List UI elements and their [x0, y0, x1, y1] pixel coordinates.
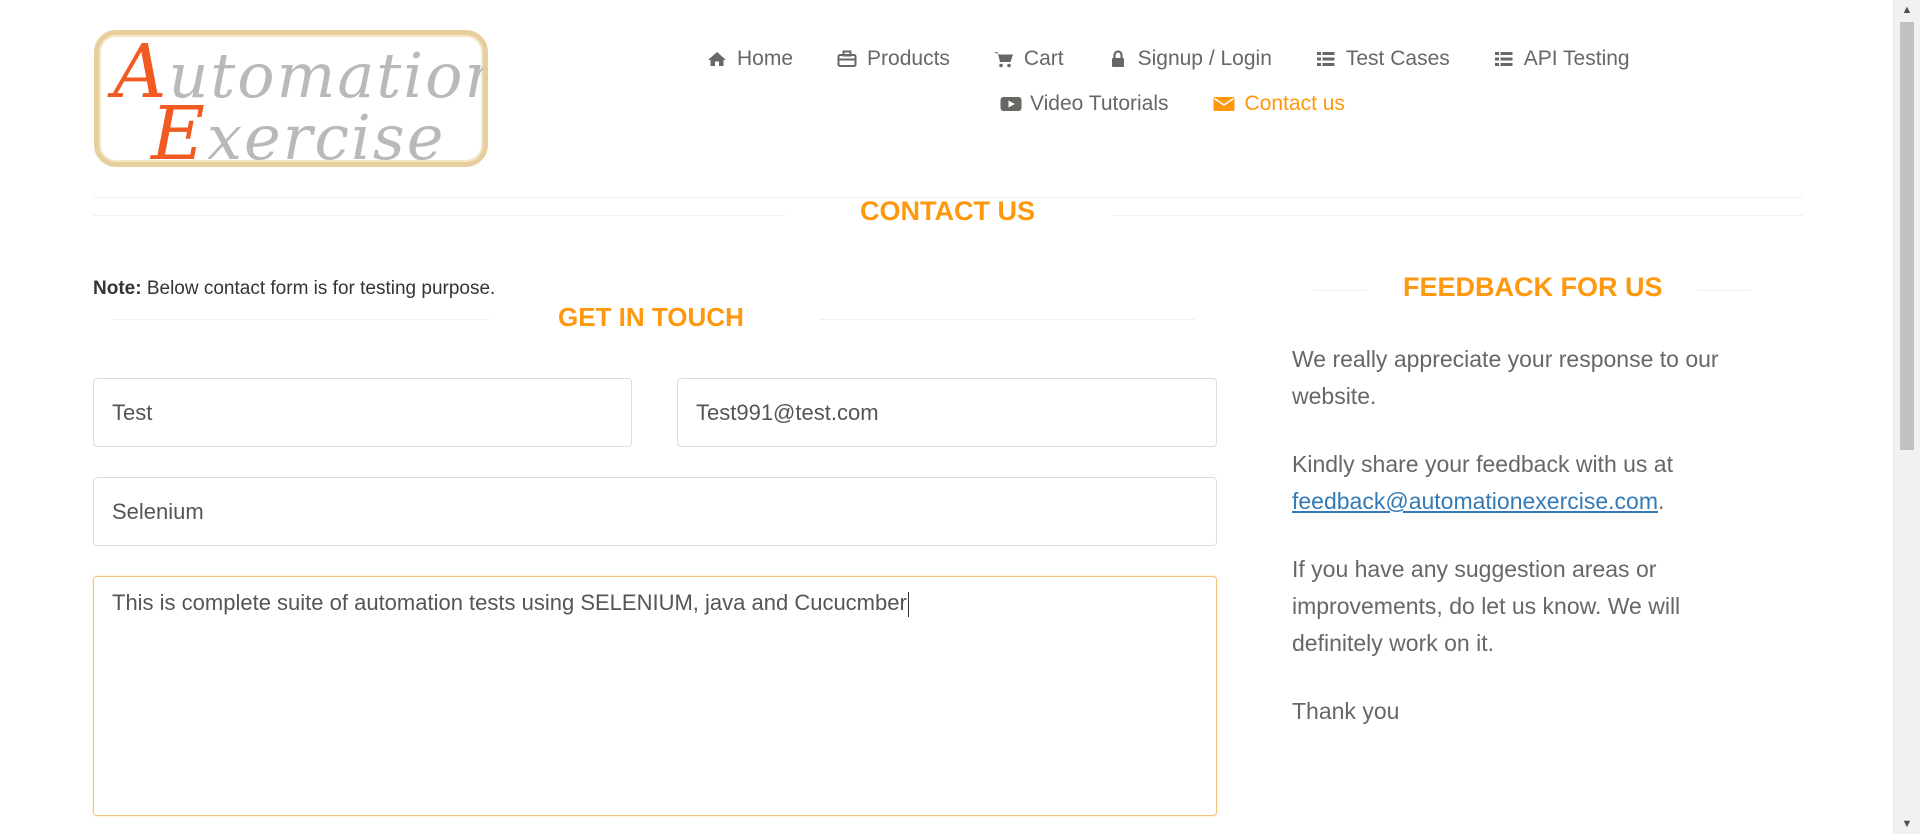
- title-line-right: [1112, 215, 1803, 216]
- email-input-value: Test991@test.com: [696, 399, 879, 425]
- nav-test-cases-label: Test Cases: [1345, 47, 1450, 70]
- nav-api-testing-label: API Testing: [1523, 47, 1630, 70]
- scroll-up-arrow-icon[interactable]: ▲: [1894, 0, 1920, 20]
- message-textarea-value: This is complete suite of automation tes…: [112, 590, 907, 615]
- list-icon: [1316, 49, 1336, 69]
- cart-icon: [993, 49, 1014, 69]
- nav-signup-login[interactable]: Signup / Login: [1108, 47, 1272, 71]
- feedback-title: Feedback For Us: [1403, 272, 1663, 302]
- lock-icon: [1108, 49, 1128, 69]
- get-in-touch-line-right: [820, 319, 1195, 320]
- scroll-down-arrow-icon[interactable]: ▼: [1894, 814, 1920, 834]
- briefcase-icon: [837, 49, 857, 69]
- nav-home-label: Home: [737, 47, 794, 70]
- feedback-line-right: [1698, 290, 1750, 291]
- feedback-line-left: [1314, 290, 1366, 291]
- home-icon: [707, 49, 727, 69]
- email-input[interactable]: Test991@test.com: [677, 378, 1217, 447]
- feedback-email-link[interactable]: feedback@automationexercise.com: [1292, 488, 1658, 514]
- scroll-thumb[interactable]: [1900, 22, 1914, 450]
- get-in-touch-line-left: [113, 319, 489, 320]
- youtube-play-icon: [1000, 94, 1022, 114]
- nav-products-label: Products: [867, 47, 950, 70]
- nav-home[interactable]: Home: [707, 47, 793, 71]
- nav-test-cases[interactable]: Test Cases: [1316, 47, 1450, 71]
- envelope-icon: [1213, 94, 1235, 114]
- nav-video-tutorials[interactable]: Video Tutorials: [1000, 92, 1169, 116]
- feedback-paragraph-1: We really appreciate your response to ou…: [1292, 346, 1719, 409]
- vertical-scrollbar[interactable]: ▲ ▼: [1893, 0, 1920, 834]
- subject-input-value: Selenium: [112, 498, 204, 524]
- nav-video-tutorials-label: Video Tutorials: [1030, 92, 1169, 115]
- get-in-touch-title: Get In Touch: [558, 302, 744, 332]
- feedback-paragraph-2: Kindly share your feedback with us at fee…: [1292, 451, 1673, 514]
- name-input-value: Test: [112, 399, 153, 425]
- page-title: Contact Us: [860, 196, 1035, 226]
- title-line-left: [93, 215, 785, 216]
- nav-cart-label: Cart: [1023, 47, 1064, 70]
- form-note: Note: Below contact form is for testing …: [93, 278, 496, 299]
- logo-text-line2: Exercise: [151, 91, 446, 167]
- message-textarea[interactable]: This is complete suite of automation tes…: [93, 576, 1217, 816]
- name-input[interactable]: Test: [93, 378, 632, 447]
- feedback-paragraph-4: Thank you: [1292, 698, 1400, 724]
- text-caret: [907, 591, 909, 617]
- nav-products[interactable]: Products: [837, 47, 950, 71]
- site-logo[interactable]: Automation Exercise: [94, 30, 488, 167]
- nav-api-testing[interactable]: API Testing: [1494, 47, 1630, 71]
- nav-signup-login-label: Signup / Login: [1137, 47, 1272, 70]
- feedback-paragraph-3: If you have any suggestion areas or impr…: [1292, 556, 1681, 656]
- nav-cart[interactable]: Cart: [993, 47, 1064, 71]
- nav-contact-us[interactable]: Contact us: [1213, 92, 1345, 116]
- nav-contact-us-label: Contact us: [1244, 92, 1345, 115]
- subject-input[interactable]: Selenium: [93, 477, 1217, 546]
- list-icon: [1494, 49, 1514, 69]
